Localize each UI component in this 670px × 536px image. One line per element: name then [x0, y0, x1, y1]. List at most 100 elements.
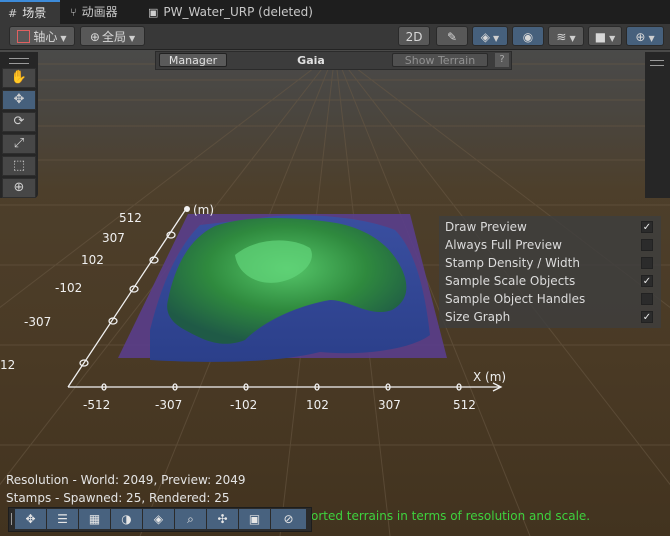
drag-handle[interactable]	[9, 58, 29, 64]
move-stamp-button[interactable]: ✥	[15, 509, 47, 529]
option-draw-preview[interactable]: Draw Preview ✓	[445, 218, 655, 236]
compass-icon: ⊘	[283, 512, 294, 526]
warning-message: orted terrains in terms of resolution an…	[311, 509, 591, 523]
x-tick-label: 307	[378, 398, 401, 412]
checkbox[interactable]: ✓	[641, 221, 653, 233]
gizmo-icon: ⊕	[635, 30, 646, 44]
checkbox[interactable]: ✓	[641, 311, 653, 323]
spawn-button[interactable]: ✣	[207, 509, 239, 529]
scale-icon: ⤢	[13, 136, 25, 151]
mask-button[interactable]: ◑	[111, 509, 143, 529]
checkbox[interactable]	[641, 239, 653, 251]
camera-icon: ■	[594, 30, 607, 44]
x-tick-label: -512	[83, 398, 110, 412]
settings-stamp-button[interactable]: ☰	[47, 509, 79, 529]
z-tick-label: 307	[102, 231, 125, 245]
effects-dropdown[interactable]: ◈ ▼	[472, 26, 508, 46]
camera-icon: ▣	[248, 512, 261, 526]
stamps-stat: Stamps - Spawned: 25, Rendered: 25	[6, 491, 230, 505]
option-label: Stamp Density / Width	[445, 256, 580, 270]
x-axis-label: X (m)	[473, 370, 506, 384]
camera-dropdown[interactable]: ■ ▼	[588, 26, 622, 46]
scene-tools-panel: ✋ ✥ ⟳ ⤢ ⬚ ⊕	[0, 52, 38, 198]
z-tick-label: -102	[55, 281, 82, 295]
editor-tab-bar: # 场景 ⑂ 动画器 ▣ PW_Water_URP (deleted)	[0, 0, 670, 24]
spawn-icon: ✣	[217, 512, 228, 526]
option-label: Sample Object Handles	[445, 292, 586, 306]
gizmos-dropdown[interactable]: ⊕ ▼	[626, 26, 664, 46]
chevron-down-icon: ▼	[60, 34, 67, 43]
tab-animator[interactable]: ⑂ 动画器	[62, 0, 126, 24]
heightmap-button[interactable]: ▦	[79, 509, 111, 529]
z-axis-end-marker	[184, 206, 190, 212]
record-button[interactable]: ▣	[239, 509, 271, 529]
manager-button[interactable]: Manager	[159, 53, 227, 67]
contrast-icon: ◑	[121, 512, 132, 526]
checkbox[interactable]: ✓	[641, 275, 653, 287]
pivot-icon	[17, 30, 31, 43]
checkbox[interactable]	[641, 257, 653, 269]
layers-dropdown[interactable]: ≋ ▼	[548, 26, 584, 46]
search-icon: ⌕	[187, 512, 194, 526]
tab-prefab[interactable]: ▣ PW_Water_URP (deleted)	[140, 0, 321, 24]
chevron-down-icon: ▼	[648, 34, 655, 43]
gaia-header: Manager Gaia Show Terrain ?	[155, 51, 512, 70]
inspect-button[interactable]: ⌕	[175, 509, 207, 529]
chevron-down-icon: ▼	[609, 34, 616, 43]
compass-button[interactable]: ⊘	[271, 509, 307, 529]
rect-icon: ⬚	[12, 158, 26, 173]
chevron-down-icon: ▼	[493, 34, 500, 43]
rotate-icon: ⟳	[13, 114, 25, 129]
move-tool-button[interactable]: ✥	[2, 90, 36, 110]
draw-mode-button[interactable]: 2D	[398, 26, 430, 46]
move-icon: ✥	[13, 92, 25, 107]
x-tick-label: -307	[155, 398, 182, 412]
scale-tool-button[interactable]: ⤢	[2, 134, 36, 154]
grid-icon: #	[8, 7, 18, 20]
z-tick-label: -307	[24, 315, 51, 329]
lighting-toggle[interactable]: ✎	[436, 26, 468, 46]
show-terrain-button[interactable]: Show Terrain	[392, 53, 488, 67]
tab-animator-label: 动画器	[81, 5, 118, 19]
animator-icon: ⑂	[70, 6, 77, 19]
checkbox[interactable]	[641, 293, 653, 305]
option-label: Draw Preview	[445, 220, 527, 234]
overlay-strip	[645, 52, 670, 198]
option-size-graph[interactable]: Size Graph ✓	[445, 308, 655, 326]
z-tick-label: 512	[119, 211, 142, 225]
rect-tool-button[interactable]: ⬚	[2, 156, 36, 176]
tab-scene[interactable]: # 场景	[0, 0, 60, 24]
layers-icon: ◈	[480, 30, 491, 44]
transform-tool-button[interactable]: ⊕	[2, 178, 36, 198]
layers-stamp-button[interactable]: ◈	[143, 509, 175, 529]
draw-mode-icon: 2D	[405, 30, 423, 44]
help-button[interactable]: ?	[495, 53, 509, 67]
option-label: Sample Scale Objects	[445, 274, 576, 288]
stack-icon: ≋	[556, 30, 567, 44]
option-stamp-density[interactable]: Stamp Density / Width	[445, 254, 655, 272]
hand-icon: ✋	[10, 70, 28, 85]
global-dropdown[interactable]: ⊕ 全局 ▼	[80, 26, 145, 46]
z-tick-label: 12	[0, 358, 15, 372]
resolution-stat: Resolution - World: 2049, Preview: 2049	[6, 473, 246, 487]
drag-handle[interactable]	[650, 60, 664, 66]
globe-icon: ⊕	[89, 30, 100, 44]
move-icon: ✥	[25, 512, 36, 526]
eye-icon: ◉	[522, 30, 534, 44]
sliders-icon: ☰	[57, 512, 68, 526]
option-always-full-preview[interactable]: Always Full Preview	[445, 236, 655, 254]
chevron-down-icon: ▼	[128, 34, 136, 43]
z-tick-label: 102	[81, 253, 104, 267]
tab-prefab-label: PW_Water_URP (deleted)	[163, 5, 313, 19]
scene-toolbar: 轴心 ▼ ⊕ 全局 ▼ 2D ✎ ◈ ▼ ◉ ≋ ▼ ■ ▼ ⊕ ▼	[0, 24, 670, 50]
prefab-icon: ▣	[148, 6, 159, 19]
pivot-dropdown[interactable]: 轴心 ▼	[9, 26, 75, 46]
hand-tool-button[interactable]: ✋	[2, 68, 36, 88]
option-sample-object-handles[interactable]: Sample Object Handles	[445, 290, 655, 308]
rotate-tool-button[interactable]: ⟳	[2, 112, 36, 132]
transform-icon: ⊕	[13, 180, 25, 195]
visibility-toggle[interactable]: ◉	[512, 26, 544, 46]
z-axis-label: (m)	[193, 203, 214, 217]
layers-icon: ◈	[153, 512, 164, 526]
option-sample-scale-objects[interactable]: Sample Scale Objects ✓	[445, 272, 655, 290]
